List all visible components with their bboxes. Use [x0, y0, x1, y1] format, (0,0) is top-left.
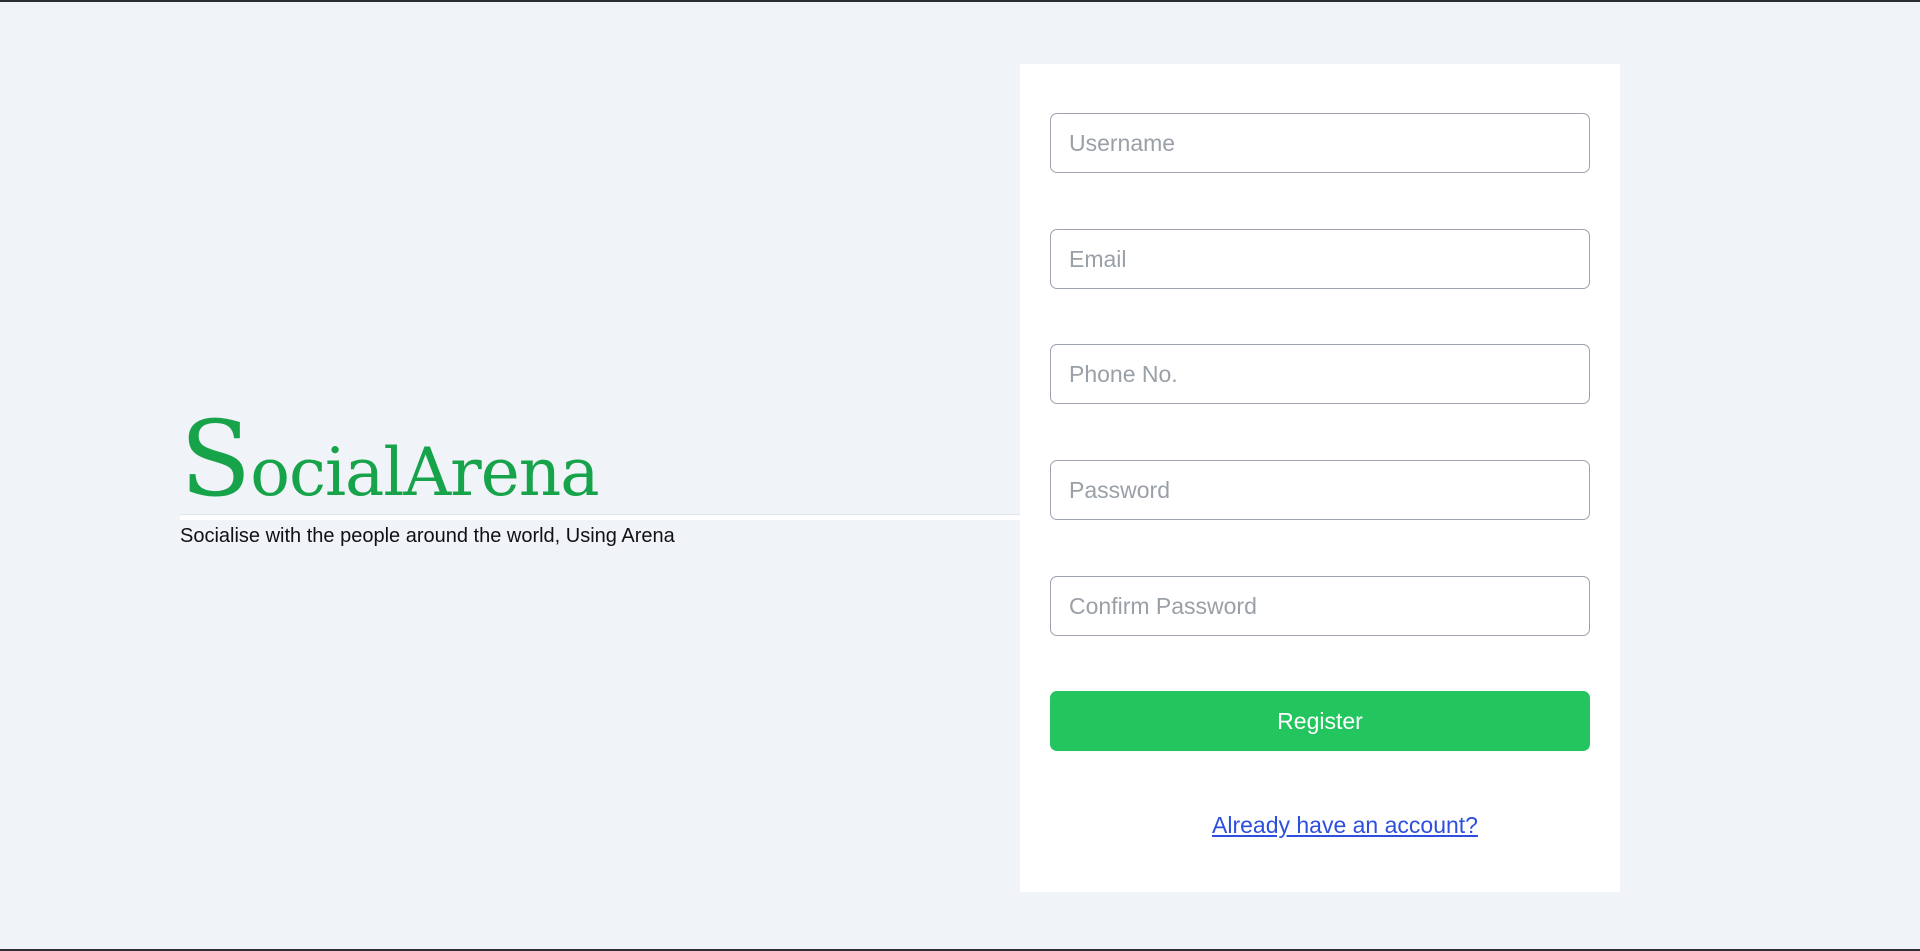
- page-frame: SocialArena Socialise with the people ar…: [0, 0, 1920, 951]
- brand-divider: [180, 514, 1020, 520]
- register-button[interactable]: Register: [1050, 691, 1590, 751]
- confirm-password-input[interactable]: [1050, 576, 1590, 636]
- phone-input[interactable]: [1050, 344, 1590, 404]
- brand-name-rest: ocialArena: [250, 434, 599, 511]
- password-input[interactable]: [1050, 460, 1590, 520]
- brand-initial: S: [180, 398, 251, 520]
- brand-tagline: Socialise with the people around the wor…: [180, 525, 675, 547]
- email-input[interactable]: [1050, 229, 1590, 289]
- username-input[interactable]: [1050, 113, 1590, 173]
- login-link[interactable]: Already have an account?: [1212, 812, 1478, 839]
- register-card: Register Already have an account?: [1020, 64, 1620, 892]
- brand-title: SocialArena: [180, 407, 600, 511]
- brand-logo: SocialArena: [180, 407, 600, 511]
